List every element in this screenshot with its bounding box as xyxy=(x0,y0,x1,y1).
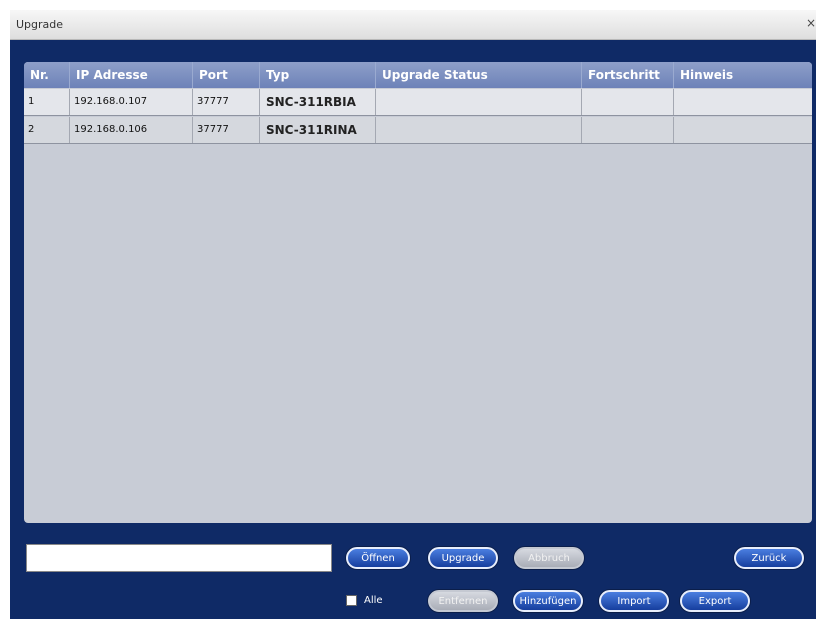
remove-button[interactable]: Entfernen xyxy=(428,590,498,612)
cell-status xyxy=(376,117,582,143)
open-button[interactable]: Öffnen xyxy=(346,547,410,569)
column-header-hinweis[interactable]: Hinweis xyxy=(674,62,812,88)
column-header-ip[interactable]: IP Adresse xyxy=(70,62,193,88)
window-title: Upgrade xyxy=(16,18,64,31)
select-all-checkbox[interactable] xyxy=(346,595,357,606)
cell-status xyxy=(376,89,582,115)
add-button[interactable]: Hinzufügen xyxy=(513,590,583,612)
cell-nr: 2 xyxy=(24,117,70,143)
close-icon[interactable]: × xyxy=(806,16,816,30)
column-header-status[interactable]: Upgrade Status xyxy=(376,62,582,88)
cell-fortschritt xyxy=(582,89,674,115)
abort-button[interactable]: Abbruch xyxy=(514,547,584,569)
cell-fortschritt xyxy=(582,117,674,143)
import-button[interactable]: Import xyxy=(599,590,669,612)
column-header-typ[interactable]: Typ xyxy=(260,62,376,88)
table-header: Nr. IP Adresse Port Typ Upgrade Status F… xyxy=(24,62,812,88)
cell-ip: 192.168.0.106 xyxy=(70,117,193,143)
firmware-file-input[interactable] xyxy=(26,544,332,572)
cell-port: 37777 xyxy=(193,117,260,143)
cell-port: 37777 xyxy=(193,89,260,115)
table-row[interactable]: 2 192.168.0.106 37777 SNC-311RINA xyxy=(24,117,812,144)
select-all-label: Alle xyxy=(364,595,383,606)
table-row[interactable]: 1 192.168.0.107 37777 SNC-311RBIA xyxy=(24,89,812,116)
upgrade-button[interactable]: Upgrade xyxy=(428,547,498,569)
column-header-nr[interactable]: Nr. xyxy=(24,62,70,88)
column-header-fortschritt[interactable]: Fortschritt xyxy=(582,62,674,88)
device-table: Nr. IP Adresse Port Typ Upgrade Status F… xyxy=(24,62,812,523)
cell-ip: 192.168.0.107 xyxy=(70,89,193,115)
column-header-port[interactable]: Port xyxy=(193,62,260,88)
cell-nr: 1 xyxy=(24,89,70,115)
back-button[interactable]: Zurück xyxy=(734,547,804,569)
upgrade-dialog: Upgrade × Nr. IP Adresse Port Typ Upgrad… xyxy=(10,10,816,619)
cell-typ: SNC-311RINA xyxy=(260,117,376,143)
cell-hinweis xyxy=(674,89,812,115)
export-button[interactable]: Export xyxy=(680,590,750,612)
title-bar: Upgrade × xyxy=(10,10,816,40)
cell-typ: SNC-311RBIA xyxy=(260,89,376,115)
cell-hinweis xyxy=(674,117,812,143)
